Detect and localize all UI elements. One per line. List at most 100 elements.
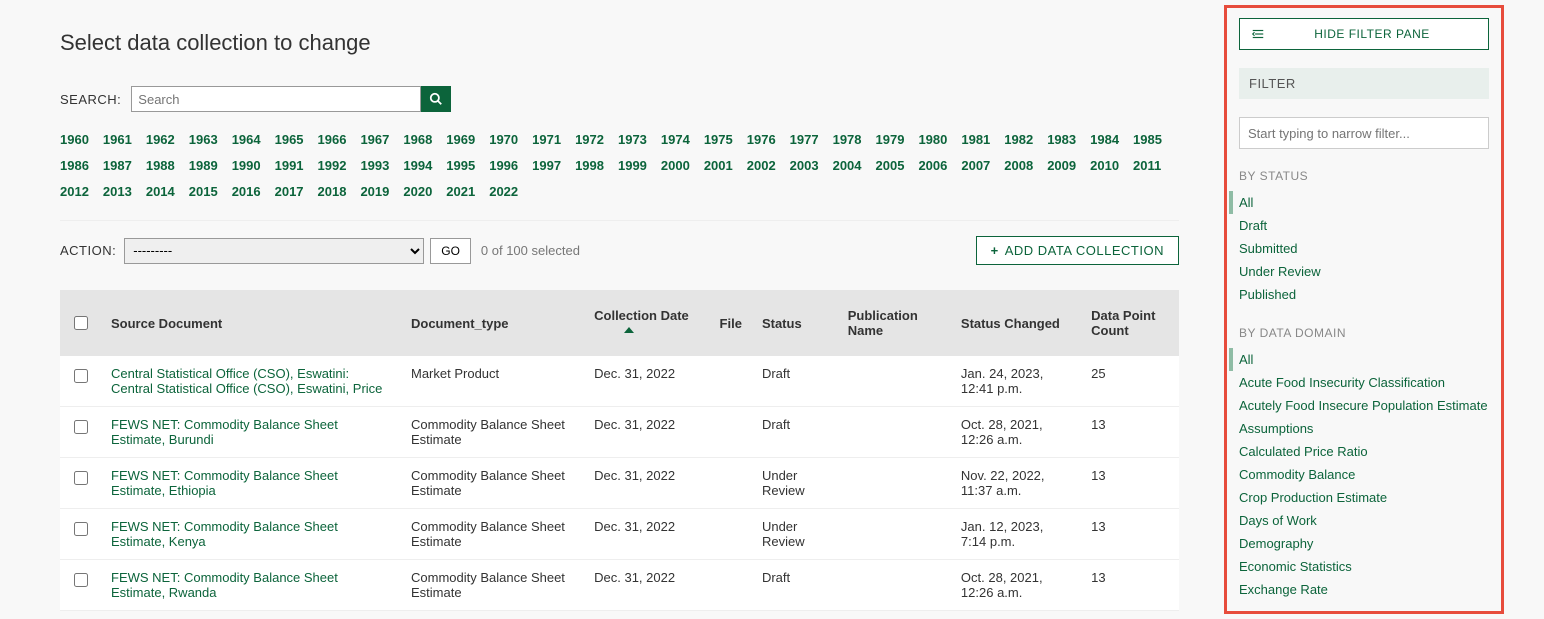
filter-link[interactable]: Submitted <box>1239 241 1298 256</box>
year-link[interactable]: 1992 <box>318 153 347 179</box>
year-link[interactable]: 1975 <box>704 127 733 153</box>
filter-item[interactable]: Under Review <box>1239 260 1489 283</box>
cell-source[interactable]: Central Statistical Office (CSO), Eswati… <box>101 356 401 407</box>
action-select[interactable]: --------- <box>124 238 424 264</box>
filter-link[interactable]: Assumptions <box>1239 421 1313 436</box>
year-link[interactable]: 2000 <box>661 153 690 179</box>
year-link[interactable]: 2015 <box>189 179 218 205</box>
year-link[interactable]: 1965 <box>275 127 304 153</box>
year-link[interactable]: 2018 <box>318 179 347 205</box>
year-link[interactable]: 1971 <box>532 127 561 153</box>
year-link[interactable]: 1969 <box>446 127 475 153</box>
filter-item[interactable]: All <box>1229 191 1489 214</box>
year-link[interactable]: 1984 <box>1090 127 1119 153</box>
filter-link[interactable]: Acutely Food Insecure Population Estimat… <box>1239 398 1488 413</box>
year-link[interactable]: 2005 <box>876 153 905 179</box>
filter-item[interactable]: Commodity Balance <box>1239 463 1489 486</box>
year-link[interactable]: 2011 <box>1133 153 1161 179</box>
year-link[interactable]: 2007 <box>961 153 990 179</box>
year-link[interactable]: 1970 <box>489 127 518 153</box>
year-link[interactable]: 2014 <box>146 179 175 205</box>
filter-link[interactable]: Crop Production Estimate <box>1239 490 1387 505</box>
year-link[interactable]: 2019 <box>360 179 389 205</box>
filter-link[interactable]: Published <box>1239 287 1296 302</box>
filter-item[interactable]: Draft <box>1239 214 1489 237</box>
add-data-collection-button[interactable]: + ADD DATA COLLECTION <box>976 236 1179 265</box>
year-link[interactable]: 1999 <box>618 153 647 179</box>
year-link[interactable]: 2001 <box>704 153 733 179</box>
year-link[interactable]: 1972 <box>575 127 604 153</box>
filter-link[interactable]: Exchange Rate <box>1239 582 1328 597</box>
filter-link[interactable]: All <box>1239 352 1253 367</box>
filter-item[interactable]: Days of Work <box>1239 509 1489 532</box>
cell-source[interactable]: FEWS NET: Commodity Balance Sheet Estima… <box>101 560 401 611</box>
filter-link[interactable]: All <box>1239 195 1253 210</box>
year-link[interactable]: 1996 <box>489 153 518 179</box>
year-link[interactable]: 2021 <box>446 179 475 205</box>
year-link[interactable]: 1961 <box>103 127 132 153</box>
filter-link[interactable]: Calculated Price Ratio <box>1239 444 1368 459</box>
filter-link[interactable]: Draft <box>1239 218 1267 233</box>
filter-item[interactable]: All <box>1229 348 1489 371</box>
year-link[interactable]: 1994 <box>403 153 432 179</box>
filter-item[interactable]: Acute Food Insecurity Classification <box>1239 371 1489 394</box>
year-link[interactable]: 1977 <box>790 127 819 153</box>
year-link[interactable]: 2022 <box>489 179 518 205</box>
filter-item[interactable]: Calculated Price Ratio <box>1239 440 1489 463</box>
row-checkbox[interactable] <box>74 420 88 434</box>
year-link[interactable]: 1974 <box>661 127 690 153</box>
year-link[interactable]: 1964 <box>232 127 261 153</box>
year-link[interactable]: 1993 <box>360 153 389 179</box>
year-link[interactable]: 1976 <box>747 127 776 153</box>
year-link[interactable]: 1968 <box>403 127 432 153</box>
cell-source[interactable]: FEWS NET: Commodity Balance Sheet Estima… <box>101 407 401 458</box>
cell-source[interactable]: FEWS NET: Commodity Balance Sheet Estima… <box>101 509 401 560</box>
filter-item[interactable]: Exchange Rate <box>1239 578 1489 601</box>
year-link[interactable]: 1989 <box>189 153 218 179</box>
year-link[interactable]: 2002 <box>747 153 776 179</box>
header-status[interactable]: Status <box>752 290 838 356</box>
year-link[interactable]: 1995 <box>446 153 475 179</box>
year-link[interactable]: 1973 <box>618 127 647 153</box>
filter-item[interactable]: Economic Statistics <box>1239 555 1489 578</box>
filter-link[interactable]: Under Review <box>1239 264 1321 279</box>
year-link[interactable]: 1982 <box>1004 127 1033 153</box>
filter-link[interactable]: Acute Food Insecurity Classification <box>1239 375 1445 390</box>
year-link[interactable]: 2012 <box>60 179 89 205</box>
year-link[interactable]: 1983 <box>1047 127 1076 153</box>
row-checkbox[interactable] <box>74 471 88 485</box>
year-link[interactable]: 1997 <box>532 153 561 179</box>
header-count[interactable]: Data Point Count <box>1081 290 1179 356</box>
year-link[interactable]: 1988 <box>146 153 175 179</box>
filter-item[interactable]: Crop Production Estimate <box>1239 486 1489 509</box>
year-link[interactable]: 1962 <box>146 127 175 153</box>
year-link[interactable]: 2016 <box>232 179 261 205</box>
year-link[interactable]: 1966 <box>318 127 347 153</box>
year-link[interactable]: 1986 <box>60 153 89 179</box>
select-all-checkbox[interactable] <box>74 316 88 330</box>
header-status-changed[interactable]: Status Changed <box>951 290 1081 356</box>
filter-search-input[interactable] <box>1239 117 1489 149</box>
header-file[interactable]: File <box>710 290 752 356</box>
row-checkbox[interactable] <box>74 573 88 587</box>
year-link[interactable]: 1979 <box>876 127 905 153</box>
hide-filter-pane-button[interactable]: HIDE FILTER PANE <box>1239 18 1489 50</box>
row-checkbox[interactable] <box>74 369 88 383</box>
year-link[interactable]: 2013 <box>103 179 132 205</box>
year-link[interactable]: 1978 <box>833 127 862 153</box>
year-link[interactable]: 2006 <box>918 153 947 179</box>
year-link[interactable]: 2020 <box>403 179 432 205</box>
year-link[interactable]: 2004 <box>833 153 862 179</box>
year-link[interactable]: 2010 <box>1090 153 1119 179</box>
filter-item[interactable]: Published <box>1239 283 1489 306</box>
year-link[interactable]: 1985 <box>1133 127 1162 153</box>
filter-link[interactable]: Days of Work <box>1239 513 1317 528</box>
cell-source[interactable]: FEWS NET: Commodity Balance Sheet Estima… <box>101 458 401 509</box>
filter-item[interactable]: Submitted <box>1239 237 1489 260</box>
filter-item[interactable]: Acutely Food Insecure Population Estimat… <box>1239 394 1489 417</box>
header-pub-name[interactable]: Publication Name <box>838 290 951 356</box>
header-collection-date[interactable]: Collection Date <box>584 290 709 356</box>
year-link[interactable]: 1980 <box>918 127 947 153</box>
filter-link[interactable]: Economic Statistics <box>1239 559 1352 574</box>
year-link[interactable]: 2017 <box>275 179 304 205</box>
